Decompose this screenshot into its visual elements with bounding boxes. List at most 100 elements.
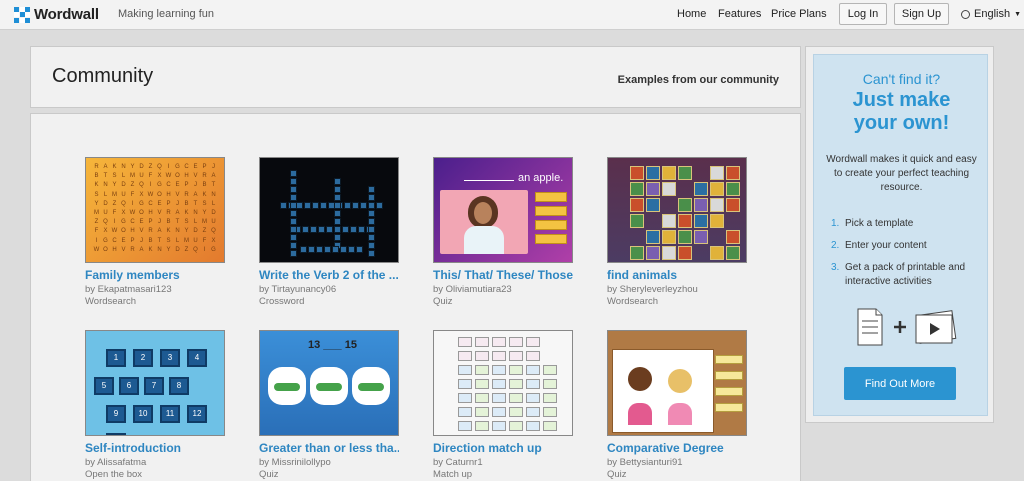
- activity-card[interactable]: an apple. This/ That/ These/ Those by Ol…: [433, 157, 573, 307]
- animal-tile: [646, 166, 660, 180]
- grid-letter: V: [193, 173, 198, 180]
- crossword-cell: [300, 246, 307, 253]
- match-tile: [475, 421, 489, 431]
- create-your-own-box: Can't find it? Just make your own! Wordw…: [813, 54, 988, 416]
- grid-letter: H: [130, 228, 135, 235]
- box-tile: 12: [187, 405, 207, 423]
- thumbnail-shirt: [464, 226, 504, 254]
- activity-thumbnail[interactable]: [259, 157, 399, 263]
- activity-title[interactable]: Direction match up: [433, 441, 573, 455]
- grid-letter: Q: [103, 219, 108, 226]
- activity-title[interactable]: find animals: [607, 268, 747, 282]
- wordwall-logo[interactable]: Wordwall: [14, 6, 99, 23]
- grid-letter: E: [139, 219, 144, 226]
- crossword-cell: [334, 186, 341, 193]
- grid-letter: Q: [139, 182, 144, 189]
- match-tile: [526, 337, 540, 347]
- brand-name: Wordwall: [34, 6, 99, 23]
- wordwall-logo-icon: [14, 6, 30, 23]
- activity-type: Wordsearch: [607, 296, 659, 307]
- activity-title[interactable]: Greater than or less tha...: [259, 441, 399, 455]
- nav-home-link[interactable]: Home: [677, 8, 706, 20]
- grid-letter: A: [157, 228, 162, 235]
- activity-card[interactable]: 13 ___ 15 Greater than or less tha... by…: [259, 330, 399, 480]
- grid-letter: H: [112, 246, 117, 253]
- grid-letter: C: [130, 219, 135, 226]
- grid-letter: F: [130, 191, 135, 198]
- grid-letter: Y: [130, 164, 135, 170]
- signup-button[interactable]: Sign Up: [894, 3, 949, 25]
- match-tile: [492, 379, 506, 389]
- grid-letter: P: [184, 182, 189, 189]
- activity-author: by Ekapatmasari123: [85, 284, 172, 295]
- crossword-cell: [334, 210, 341, 217]
- activity-title[interactable]: Write the Verb 2 of the ...: [259, 268, 399, 282]
- box-tile: 6: [119, 377, 139, 395]
- match-tile: [526, 407, 540, 417]
- grid-letter: Q: [211, 228, 216, 235]
- grid-letter: W: [165, 173, 172, 180]
- animal-tile: [662, 246, 676, 260]
- top-navigation-bar: Wordwall Making learning fun Home Featur…: [0, 0, 1024, 30]
- thumbnail-face: [474, 202, 492, 224]
- activity-card[interactable]: Direction match up by Caturnr1 Match up: [433, 330, 573, 480]
- grid-letter: U: [139, 173, 144, 180]
- activity-thumbnail[interactable]: 13 ___ 15: [259, 330, 399, 436]
- find-out-more-button[interactable]: Find Out More: [844, 367, 956, 400]
- activity-title[interactable]: Self-introduction: [85, 441, 225, 455]
- grid-letter: S: [184, 219, 189, 226]
- step-number: 2.: [831, 240, 840, 251]
- thumbnail-blank-line: [464, 180, 514, 181]
- activity-card[interactable]: Write the Verb 2 of the ... by Tirtayuna…: [259, 157, 399, 307]
- language-selector[interactable]: English ▼: [961, 8, 1021, 20]
- sidebar-heading-line-2: your own!: [853, 112, 950, 134]
- activity-author: by Oliviamutiara23: [433, 284, 512, 295]
- sidebar-question: Can't find it?: [862, 71, 941, 87]
- match-tile: [458, 379, 472, 389]
- grid-letter: N: [193, 209, 198, 216]
- crossword-cell: [290, 202, 297, 209]
- activity-card[interactable]: Comparative Degree by Bettysianturi91 Qu…: [607, 330, 747, 480]
- activity-thumbnail[interactable]: an apple.: [433, 157, 573, 263]
- grid-letter: R: [202, 173, 207, 180]
- step-text: Pick a template: [845, 218, 914, 229]
- activity-title[interactable]: Comparative Degree: [607, 441, 747, 455]
- step-item: 3. Get a pack of printable and interactiv…: [831, 261, 970, 289]
- crossword-cell: [352, 202, 359, 209]
- match-tile: [543, 421, 557, 431]
- grid-letter: B: [148, 237, 153, 244]
- activity-thumbnail[interactable]: RAKNYDZQIGCEPJBTSLMUFXWOHVRAKNYDZQIGCEPJ…: [85, 157, 225, 263]
- grid-letter: Z: [148, 164, 153, 170]
- activity-thumbnail[interactable]: 12345678910111213: [85, 330, 225, 436]
- activity-card[interactable]: 12345678910111213 Self-introduction by A…: [85, 330, 225, 480]
- activity-thumbnail[interactable]: [607, 330, 747, 436]
- grid-letter: S: [166, 237, 171, 244]
- animal-tile: [726, 182, 740, 196]
- sidebar-heading-line-1: Just make: [852, 89, 951, 111]
- animal-tile: [710, 246, 724, 260]
- crossword-cell: [368, 210, 375, 217]
- grid-letter: R: [184, 191, 189, 198]
- activity-card[interactable]: RAKNYDZQIGCEPJBTSLMUFXWOHVRAKNYDZQIGCEPJ…: [85, 157, 225, 307]
- animal-tile: [694, 214, 708, 228]
- crossword-cell: [334, 194, 341, 201]
- grid-letter: K: [148, 246, 153, 253]
- activity-card[interactable]: find animals by Sheryleverleyzhou Wordse…: [607, 157, 747, 307]
- grid-letter: B: [94, 173, 99, 180]
- thumbnail-crocodile: [274, 383, 300, 391]
- activity-thumbnail[interactable]: [607, 157, 747, 263]
- activity-title[interactable]: This/ That/ These/ Those: [433, 268, 573, 282]
- match-tile: [509, 407, 523, 417]
- grid-letter: V: [139, 228, 144, 235]
- sidebar-heading: Just make your own!: [814, 89, 989, 135]
- login-button[interactable]: Log In: [839, 3, 887, 25]
- nav-price-plans-link[interactable]: Price Plans: [771, 8, 827, 20]
- animal-tile: [646, 182, 660, 196]
- grid-letter: A: [103, 164, 108, 170]
- grid-letter: G: [175, 164, 180, 170]
- animal-tile: [630, 246, 644, 260]
- animal-tile: [662, 166, 676, 180]
- nav-features-link[interactable]: Features: [718, 8, 761, 20]
- activity-thumbnail[interactable]: [433, 330, 573, 436]
- activity-title[interactable]: Family members: [85, 268, 225, 282]
